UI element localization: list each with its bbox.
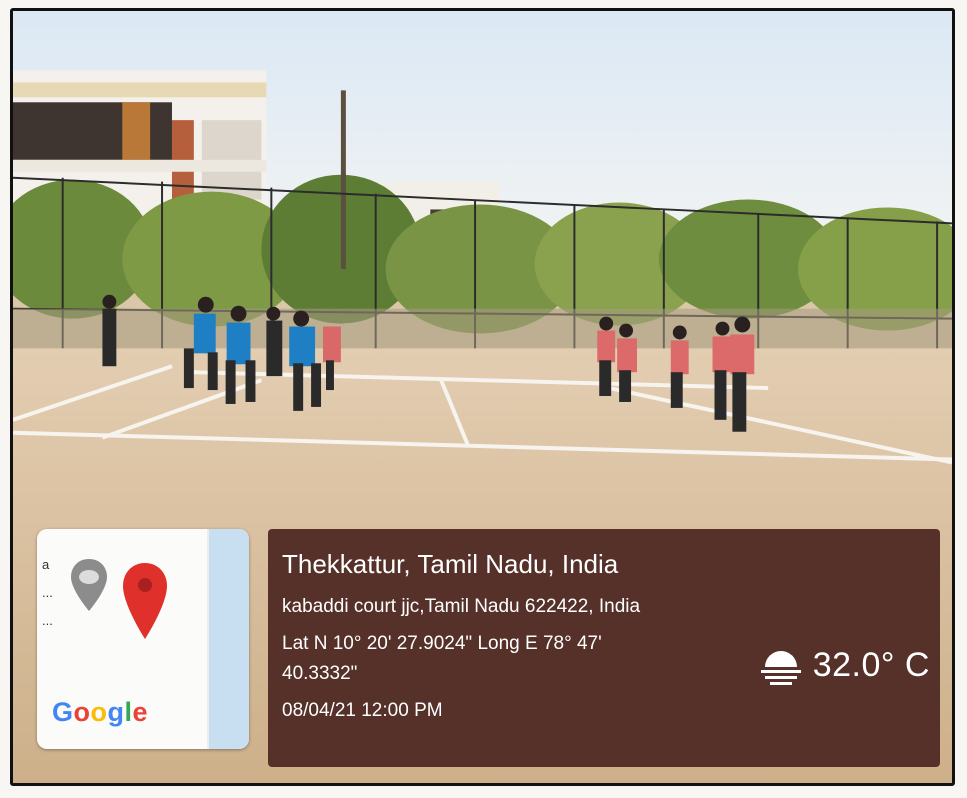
map-water [207,529,249,749]
google-logo: Google [52,697,148,728]
address-line: kabaddi court jjc,Tamil Nadu 622422, Ind… [282,596,641,617]
coordinates-line-2: 40.3332" [282,663,358,684]
sunset-weather-icon [760,651,801,685]
google-logo-letter: g [107,697,125,727]
red-map-pin-icon [123,563,167,639]
google-logo-letter: G [52,697,74,727]
google-logo-letter: o [90,697,108,727]
weather: 32.0° C [757,641,930,689]
map-label-fragment: a ... ... [42,557,53,628]
coordinates-line-1: Lat N 10° 20' 27.9024" Long E 78° 47' [282,633,602,654]
google-logo-letter: o [73,697,91,727]
place-name: Thekkattur, Tamil Nadu, India [282,549,619,579]
location-info-panel: Thekkattur, Tamil Nadu, India kabaddi co… [268,529,940,767]
temperature: 32.0° C [812,645,930,684]
date-time: 08/04/21 12:00 PM [282,700,443,721]
google-logo-letter: l [124,697,133,727]
photo-frame: a ... ... Google Thekkattur, Tamil Nadu,… [10,8,955,786]
map-thumbnail[interactable]: a ... ... Google [37,529,249,749]
google-logo-letter: e [132,697,149,727]
gray-map-pin-icon [71,559,107,611]
coordinates: Lat N 10° 20' 27.9024" Long E 78° 47' 40… [282,629,712,689]
